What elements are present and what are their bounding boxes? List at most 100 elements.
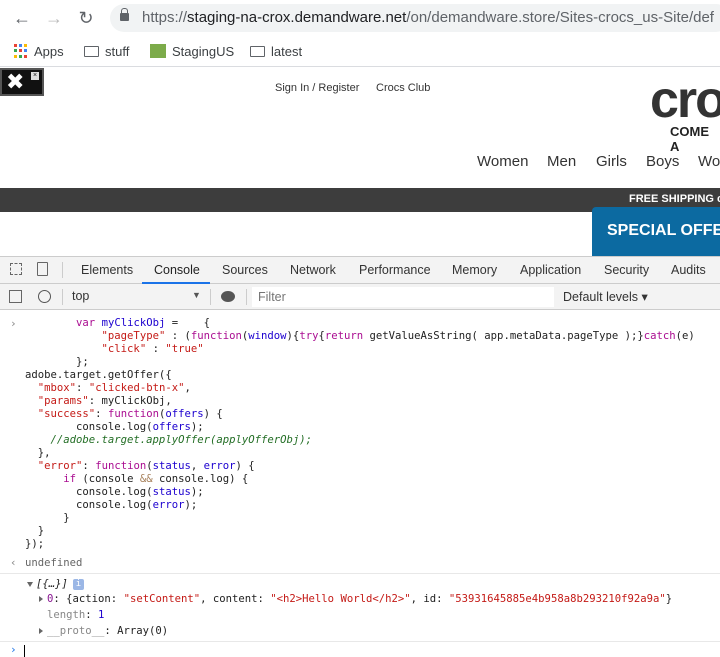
bookmark-label: StagingUS — [172, 43, 235, 59]
slogan: COME A — [670, 124, 709, 154]
address-bar[interactable]: https://staging-na-crox.demandware.net/o… — [110, 4, 720, 32]
code-line: } — [25, 525, 44, 538]
code-line: console.log(status); — [25, 486, 204, 499]
crocs-logo[interactable]: cro — [650, 70, 720, 130]
url-path: /on/demandware.store/Sites-crocs_us-Site… — [406, 9, 714, 26]
info-icon[interactable]: i — [73, 579, 84, 590]
eye-icon[interactable] — [221, 291, 235, 302]
expand-triangle-icon[interactable] — [39, 628, 43, 634]
code-token: status — [152, 460, 191, 472]
bookmarks-bar: Apps stuff StagingUS latest — [0, 36, 720, 67]
code-token: getValueAsString( app.metaData.pageType … — [363, 330, 644, 342]
nav-boys[interactable]: Boys — [646, 153, 679, 170]
expand-triangle-icon[interactable] — [39, 596, 43, 602]
code-line: "mbox": "clicked-btn-x", — [25, 382, 191, 395]
nav-more[interactable]: Wo — [698, 153, 720, 170]
code-line: //adobe.target.applyOffer(applyOfferObj)… — [25, 434, 313, 447]
inspect-element-icon[interactable] — [10, 263, 22, 275]
context-select[interactable]: top — [72, 289, 89, 303]
code-token: error — [152, 499, 185, 511]
code-token: "success" — [37, 408, 96, 420]
tab-memory[interactable]: Memory — [452, 263, 497, 277]
code-line: "click" : "true" — [25, 343, 204, 356]
tools-widget[interactable]: ✖ × — [0, 68, 44, 96]
array-item-0[interactable]: 0: {action: "setContent", content: "<h2>… — [47, 593, 672, 606]
code-token: }; — [25, 356, 89, 368]
array-proto[interactable]: __proto__: Array(0) — [47, 625, 168, 638]
code-token: } — [25, 512, 70, 524]
code-token: status — [152, 486, 191, 498]
code-token: } — [665, 593, 673, 605]
tab-security[interactable]: Security — [604, 263, 649, 277]
clear-console-icon[interactable] — [38, 290, 51, 303]
bookmark-stagingus[interactable]: StagingUS — [150, 41, 234, 61]
reload-button[interactable]: ↻ — [76, 8, 96, 29]
tab-elements[interactable]: Elements — [81, 263, 133, 277]
special-offer-label: SPECIAL OFFER — [607, 222, 720, 239]
code-token: console.log( — [25, 499, 153, 511]
shipping-banner[interactable]: FREE SHIPPING o — [629, 193, 720, 205]
array-summary[interactable]: [{…}] — [36, 578, 68, 591]
sign-in-link[interactable]: Sign In / Register — [275, 82, 359, 94]
tab-performance[interactable]: Performance — [359, 263, 431, 277]
code-token: ); — [184, 499, 198, 511]
code-token: "setContent" — [123, 593, 201, 605]
bookmark-apps[interactable]: Apps — [14, 41, 64, 61]
nav-girls[interactable]: Girls — [596, 153, 627, 170]
tab-application[interactable]: Application — [520, 263, 581, 277]
code-line: }); — [25, 538, 44, 551]
code-token: "clicked-btn-x" — [88, 382, 185, 394]
code-token: function — [190, 330, 242, 342]
chevron-down-icon: ▼ — [192, 290, 201, 300]
tab-audits[interactable]: Audits — [671, 263, 706, 277]
result-value: undefined — [25, 557, 83, 569]
apps-grid-icon — [14, 44, 28, 58]
code-token: , content: — [200, 593, 271, 605]
nav-men[interactable]: Men — [547, 153, 576, 170]
expand-triangle-icon[interactable] — [27, 582, 33, 587]
special-offer-button[interactable]: SPECIAL OFFER — [592, 207, 720, 257]
code-token: (e) — [675, 330, 695, 342]
code-line: } — [25, 512, 70, 525]
back-button[interactable]: ← — [12, 8, 32, 29]
browser-toolbar: ← → ↻ https://staging-na-crox.demandware… — [0, 0, 720, 36]
sidebar-toggle-icon[interactable] — [9, 290, 22, 303]
console-filter-input[interactable] — [252, 287, 554, 307]
code-token: , — [190, 460, 204, 472]
code-line: console.log(error); — [25, 499, 197, 512]
forward-button[interactable]: → — [44, 8, 64, 29]
code-token: , — [184, 382, 191, 394]
code-line: "success": function(offers) { — [25, 408, 223, 421]
code-token: "mbox" — [37, 382, 77, 394]
close-icon[interactable]: × — [31, 72, 39, 80]
tab-network[interactable]: Network — [290, 263, 336, 277]
bookmark-latest[interactable]: latest — [250, 41, 302, 61]
nav-women[interactable]: Women — [477, 153, 528, 170]
bookmark-stuff[interactable]: stuff — [84, 41, 129, 61]
code-token: "<h2>Hello World</h2>" — [270, 593, 411, 605]
crocs-club-link[interactable]: Crocs Club — [376, 82, 430, 94]
tab-sources[interactable]: Sources — [222, 263, 268, 277]
code-token: : ( — [165, 330, 191, 342]
code-token: myClickObj — [101, 317, 166, 329]
code-line: "error": function(status, error) { — [25, 460, 255, 473]
code-token: error — [203, 460, 236, 472]
console-input-caret[interactable] — [24, 645, 25, 657]
devtools-tabbar: Elements Console Sources Network Perform… — [0, 256, 720, 284]
code-line: if (console && console.log) { — [25, 473, 248, 486]
log-levels-dropdown[interactable]: Default levels ▾ — [563, 289, 648, 304]
code-token: "click" — [101, 343, 147, 355]
code-token: , id: — [410, 593, 449, 605]
code-token: 1 — [98, 609, 105, 621]
input-prompt-icon: › — [10, 317, 17, 330]
code-token: "53931645885e4b958a8b293210f92a9a" — [448, 593, 666, 605]
device-toolbar-icon[interactable] — [37, 262, 48, 276]
code-token: && — [139, 473, 153, 485]
code-token: : myClickObj, — [88, 395, 172, 407]
code-token: ); — [190, 486, 204, 498]
tab-console[interactable]: Console — [154, 263, 200, 277]
